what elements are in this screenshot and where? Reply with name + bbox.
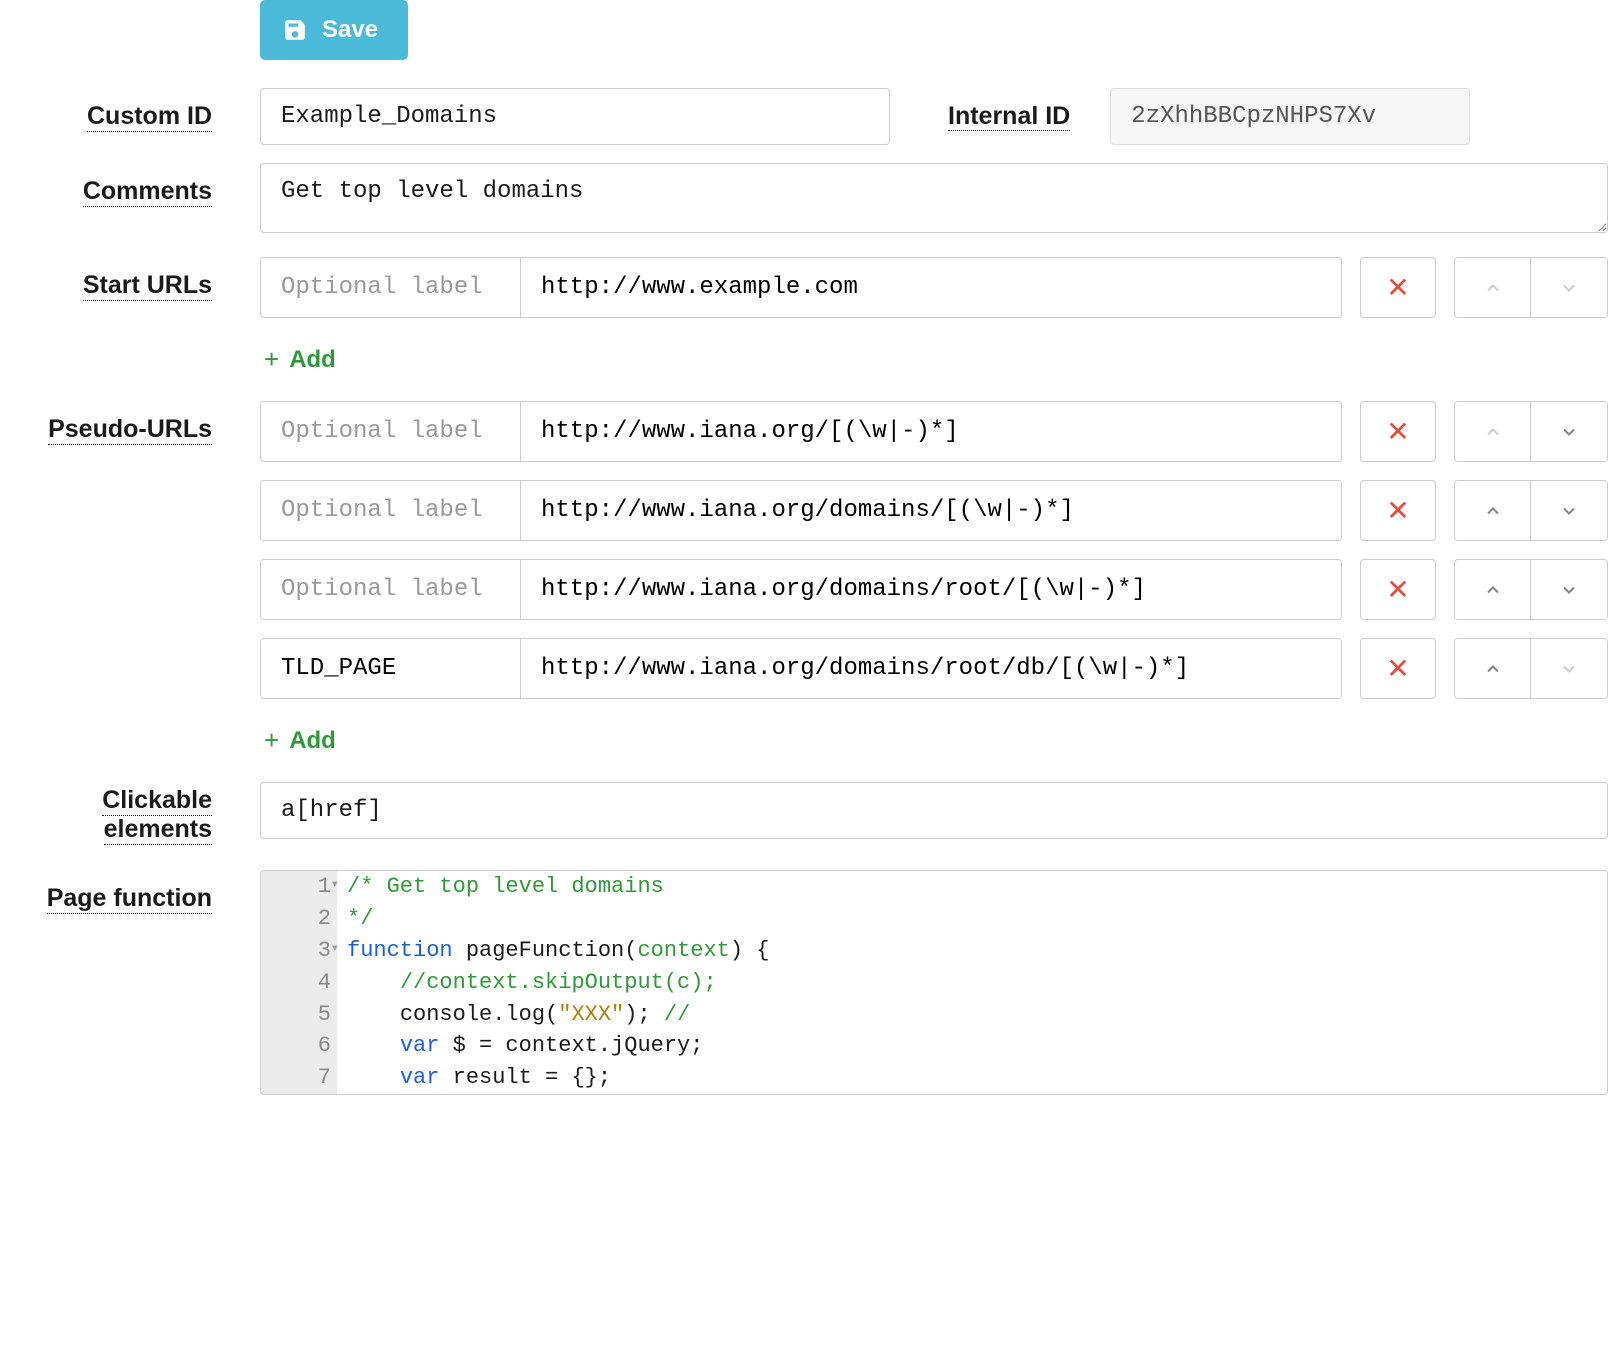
internal-id-value: 2zXhhBBCpzNHPS7Xv [1110, 88, 1470, 145]
add-button-label: Add [289, 727, 336, 755]
close-icon: ✕ [1386, 271, 1409, 304]
gutter-line: 1▾ [261, 871, 337, 903]
pseudo-url-row: ✕ [260, 638, 1608, 699]
pseudo-url-value-input[interactable] [521, 560, 1341, 619]
move-down-button[interactable] [1531, 402, 1607, 461]
close-icon: ✕ [1386, 415, 1409, 448]
comments-label: Comments [10, 163, 260, 206]
fold-icon: ▾ [331, 875, 339, 895]
save-button-label: Save [322, 16, 378, 44]
pseudo-url-value-input[interactable] [521, 639, 1341, 698]
chevron-up-icon [1483, 501, 1503, 521]
move-up-button[interactable] [1455, 639, 1531, 698]
save-icon [282, 17, 308, 43]
gutter-line: 5 [261, 999, 337, 1031]
pseudo-url-row: ✕ [260, 401, 1608, 462]
chevron-down-icon [1559, 278, 1579, 298]
start-url-row: ✕ [260, 257, 1608, 318]
chevron-down-icon [1559, 501, 1579, 521]
remove-button[interactable]: ✕ [1360, 257, 1436, 318]
chevron-down-icon [1559, 580, 1579, 600]
move-down-button[interactable] [1531, 481, 1607, 540]
page-function-editor[interactable]: 1▾/* Get top level domains 2*/ 3▾functio… [260, 870, 1608, 1095]
chevron-down-icon [1559, 422, 1579, 442]
start-urls-label: Start URLs [10, 257, 260, 300]
chevron-down-icon [1559, 659, 1579, 679]
close-icon: ✕ [1386, 573, 1409, 606]
remove-button[interactable]: ✕ [1360, 401, 1436, 462]
internal-id-label: Internal ID [948, 102, 1070, 131]
remove-button[interactable]: ✕ [1360, 480, 1436, 541]
move-down-button [1531, 639, 1607, 698]
custom-id-label: Custom ID [10, 88, 260, 131]
plus-icon: + [264, 725, 279, 756]
pseudo-url-label-input[interactable] [261, 560, 521, 619]
chevron-up-icon [1483, 580, 1503, 600]
pseudo-url-row: ✕ [260, 480, 1608, 541]
clickable-elements-label: Clickable elements [10, 782, 260, 844]
move-up-button[interactable] [1455, 481, 1531, 540]
pseudo-url-row: ✕ [260, 559, 1608, 620]
start-url-value-input[interactable] [521, 258, 1341, 317]
pseudo-url-label-input[interactable] [261, 481, 521, 540]
pseudo-url-value-input[interactable] [521, 402, 1341, 461]
move-down-button [1531, 258, 1607, 317]
start-url-label-input[interactable] [261, 258, 521, 317]
remove-button[interactable]: ✕ [1360, 559, 1436, 620]
pseudo-url-label-input[interactable] [261, 402, 521, 461]
gutter-line: 2 [261, 903, 337, 935]
pseudo-url-label-input[interactable] [261, 639, 521, 698]
comments-input[interactable] [260, 163, 1608, 233]
page-function-label: Page function [10, 870, 260, 913]
fold-icon: ▾ [331, 939, 339, 959]
pseudo-urls-label: Pseudo-URLs [10, 401, 260, 444]
gutter-line: 6 [261, 1030, 337, 1062]
chevron-up-icon [1483, 278, 1503, 298]
chevron-up-icon [1483, 422, 1503, 442]
move-up-button[interactable] [1455, 560, 1531, 619]
gutter-line: 7 [261, 1062, 337, 1094]
pseudo-url-value-input[interactable] [521, 481, 1341, 540]
move-down-button[interactable] [1531, 560, 1607, 619]
save-button[interactable]: Save [260, 0, 408, 60]
close-icon: ✕ [1386, 652, 1409, 685]
add-start-url-button[interactable]: + Add [260, 336, 340, 383]
clickable-elements-input[interactable] [260, 782, 1608, 839]
gutter-line: 3▾ [261, 935, 337, 967]
remove-button[interactable]: ✕ [1360, 638, 1436, 699]
close-icon: ✕ [1386, 494, 1409, 527]
add-pseudo-url-button[interactable]: + Add [260, 717, 340, 764]
gutter-line: 4 [261, 967, 337, 999]
plus-icon: + [264, 344, 279, 375]
add-button-label: Add [289, 346, 336, 374]
chevron-up-icon [1483, 659, 1503, 679]
custom-id-input[interactable] [260, 88, 890, 145]
move-up-button [1455, 402, 1531, 461]
move-up-button [1455, 258, 1531, 317]
